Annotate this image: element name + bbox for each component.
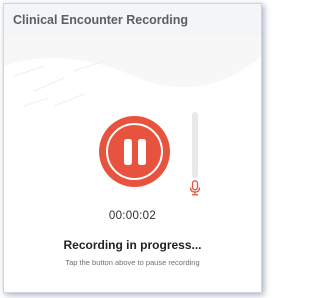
recording-timer: 00:00:02 xyxy=(108,210,157,222)
audio-level-meter xyxy=(192,112,198,178)
recording-dialog: Clinical Encounter Recording 00:00:02 Re… xyxy=(3,3,262,293)
pause-icon xyxy=(124,139,146,165)
recording-status: Recording in progress... xyxy=(63,238,202,252)
recording-area: 00:00:02 Recording in progress... Tap th… xyxy=(4,4,261,292)
microphone-icon xyxy=(189,180,201,196)
recording-hint: Tap the button above to pause recording xyxy=(65,258,200,267)
pause-recording-button[interactable] xyxy=(99,116,170,187)
